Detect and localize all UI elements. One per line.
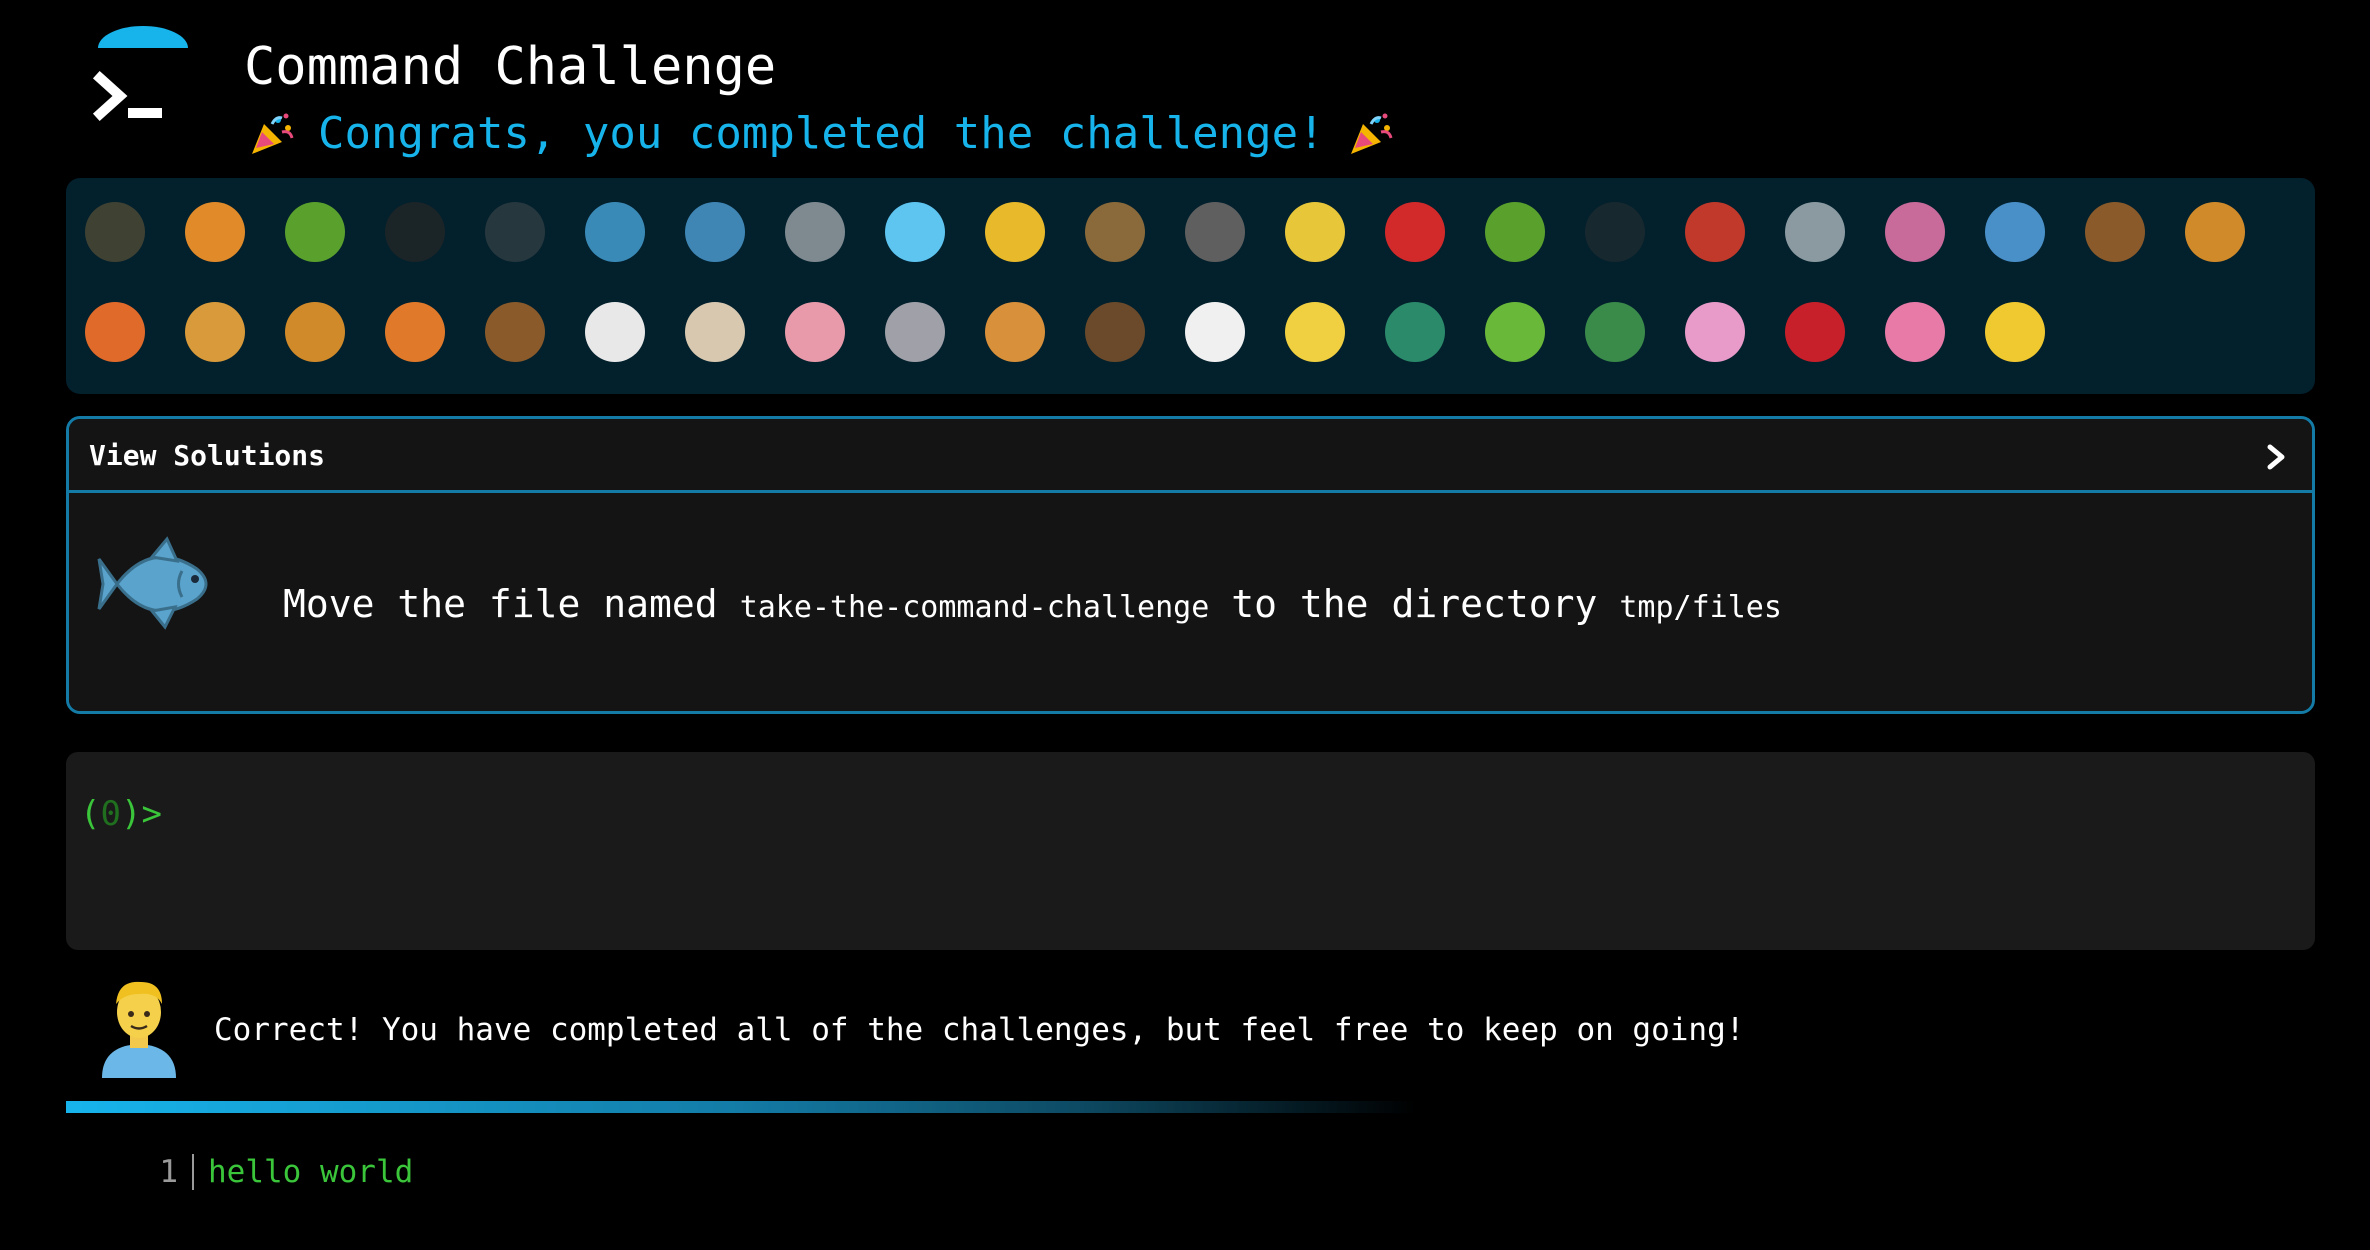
- dog-icon[interactable]: [2180, 192, 2250, 272]
- challenge-progress-strip: [66, 178, 2315, 394]
- dolphin-icon[interactable]: [780, 192, 850, 272]
- ant-icon[interactable]: [380, 192, 450, 272]
- feedback-text: Correct! You have completed all of the c…: [214, 1012, 1745, 1048]
- frog-icon[interactable]: [1480, 292, 1550, 372]
- view-solutions-toggle[interactable]: View Solutions: [69, 419, 2312, 493]
- divider-gradient: [66, 1101, 1416, 1113]
- header: Command Challenge Congrats, you complete…: [66, 22, 2306, 172]
- fish-icon: [97, 536, 208, 630]
- snail-icon[interactable]: [80, 192, 150, 272]
- tropical-fish-icon[interactable]: [980, 192, 1050, 272]
- task-description: Move the file named take-the-command-cha…: [69, 493, 2312, 711]
- man-avatar-icon: [102, 981, 176, 1078]
- emoji-row: [80, 192, 2250, 272]
- terminal-prompt-icon: [92, 26, 188, 122]
- party-popper-icon: [1350, 113, 1393, 154]
- blowfish-icon[interactable]: [1080, 192, 1150, 272]
- panda-icon[interactable]: [1180, 292, 1250, 372]
- fish-icon[interactable]: [880, 192, 950, 272]
- command-output: 1 hello world: [150, 1150, 413, 1194]
- chevron-right-icon[interactable]: [2262, 441, 2290, 473]
- fox-icon[interactable]: [80, 292, 150, 372]
- unicorn-icon[interactable]: [580, 292, 650, 372]
- prompt-close: )>: [120, 794, 162, 834]
- task-middle: to the directory: [1231, 582, 1598, 626]
- rose-icon[interactable]: [1780, 292, 1850, 372]
- peacock-icon[interactable]: [1380, 292, 1450, 372]
- tiger-icon[interactable]: [380, 292, 450, 372]
- task-prefix: Move the file named: [283, 582, 718, 626]
- line-number: 1: [159, 1154, 178, 1190]
- whale-icon[interactable]: [580, 192, 650, 272]
- dolphin-blue-icon[interactable]: [680, 192, 750, 272]
- flower-icon[interactable]: [1680, 292, 1750, 372]
- bee-icon[interactable]: [1280, 192, 1350, 272]
- party-popper-icon: [252, 113, 294, 154]
- view-solutions-label: View Solutions: [89, 439, 326, 472]
- monkey-icon[interactable]: [2080, 192, 2150, 272]
- task-text: Move the file named take-the-command-cha…: [283, 581, 1804, 631]
- mouse-icon[interactable]: [880, 292, 950, 372]
- bear-icon[interactable]: [1080, 292, 1150, 372]
- hatching-chick-icon[interactable]: [1280, 292, 1350, 372]
- cricket-icon[interactable]: [1480, 192, 1550, 272]
- dragon-icon[interactable]: [1580, 292, 1650, 372]
- cat-icon[interactable]: [180, 292, 250, 372]
- worm-icon[interactable]: [1880, 192, 1950, 272]
- horse-icon[interactable]: [480, 292, 550, 372]
- hamster-icon[interactable]: [980, 292, 1050, 372]
- solutions-panel: View Solutions Move the file named take-…: [66, 416, 2315, 714]
- wolf-icon[interactable]: [1180, 192, 1250, 272]
- spider-icon[interactable]: [1580, 192, 1650, 272]
- pig-icon[interactable]: [780, 292, 850, 372]
- prompt-count: 0: [100, 794, 121, 834]
- task-directory: tmp/files: [1619, 590, 1782, 625]
- line-separator: [192, 1154, 194, 1190]
- page: Command Challenge Congrats, you complete…: [0, 0, 2370, 1250]
- terminal-prompt: (0)>: [80, 792, 162, 836]
- hibiscus-icon[interactable]: [1880, 292, 1950, 372]
- page-title: Command Challenge: [244, 37, 777, 97]
- lion-icon[interactable]: [280, 292, 350, 372]
- microbe-icon[interactable]: [1980, 192, 2050, 272]
- sunflower-icon[interactable]: [1980, 292, 2050, 372]
- terminal-input[interactable]: (0)>: [66, 752, 2315, 950]
- cow-icon[interactable]: [680, 292, 750, 372]
- spider-web-icon[interactable]: [480, 192, 550, 272]
- prompt-open: (: [80, 794, 101, 834]
- task-file-name: take-the-command-challenge: [739, 590, 1210, 625]
- feedback-message: Correct! You have completed all of the c…: [66, 974, 2315, 1084]
- caterpillar-icon[interactable]: [280, 192, 350, 272]
- fly-icon[interactable]: [1780, 192, 1850, 272]
- congrats-message: Congrats, you completed the challenge!: [248, 106, 1395, 162]
- butterfly-icon[interactable]: [180, 192, 250, 272]
- emoji-row: [80, 292, 2050, 372]
- scorpion-icon[interactable]: [1680, 192, 1750, 272]
- ladybug-icon[interactable]: [1380, 192, 1450, 272]
- output-line: hello world: [208, 1154, 414, 1190]
- congrats-text: Congrats, you completed the challenge!: [318, 108, 1325, 159]
